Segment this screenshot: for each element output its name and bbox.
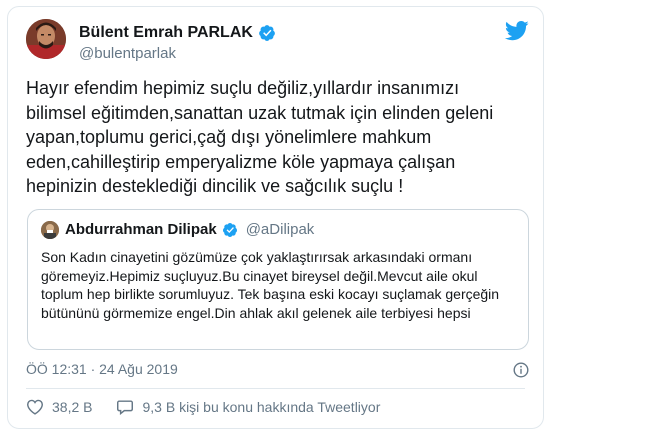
author-handle[interactable]: @bulentparlak (79, 45, 176, 62)
conversation-button[interactable]: 9,3 B kişi bu konu hakkında Tweetliyor (116, 399, 380, 415)
divider (26, 388, 525, 389)
verified-badge-icon (222, 222, 238, 238)
info-icon[interactable] (513, 362, 529, 383)
tweet-text: Hayır efendim hepimiz suçlu değiliz,yıll… (26, 78, 494, 196)
talking-about-label: 9,3 B kişi bu konu hakkında Tweetliyor (142, 399, 381, 415)
quoted-display-name[interactable]: Abdurrahman Dilipak (65, 221, 217, 238)
speech-bubble-icon (116, 399, 134, 415)
tweet-actions: 38,2 B 9,3 B kişi bu konu hakkında Tweet… (26, 399, 380, 415)
like-count: 38,2 B (52, 399, 93, 415)
twitter-bird-icon[interactable] (504, 21, 529, 46)
quoted-handle[interactable]: @aDilipak (246, 221, 315, 238)
author-name-row[interactable]: Bülent Emrah PARLAK (79, 24, 276, 42)
tweet-card[interactable]: Bülent Emrah PARLAK @bulentparlak Hayır … (7, 6, 544, 429)
quoted-author-avatar[interactable] (41, 221, 59, 239)
verified-badge-icon (258, 24, 276, 42)
quoted-tweet[interactable]: Abdurrahman Dilipak @aDilipak Son Kadın … (27, 209, 529, 350)
quoted-author-row[interactable]: Abdurrahman Dilipak @aDilipak (65, 221, 314, 238)
heart-icon (26, 399, 44, 415)
like-button[interactable]: 38,2 B (26, 399, 92, 415)
author-avatar[interactable] (26, 19, 66, 59)
author-display-name[interactable]: Bülent Emrah PARLAK (79, 24, 253, 42)
tweet-timestamp[interactable]: ÖÖ 12:31 · 24 Ağu 2019 (26, 361, 178, 377)
quoted-tweet-text: Son Kadın cinayetini gözümüze çok yaklaş… (41, 249, 500, 321)
